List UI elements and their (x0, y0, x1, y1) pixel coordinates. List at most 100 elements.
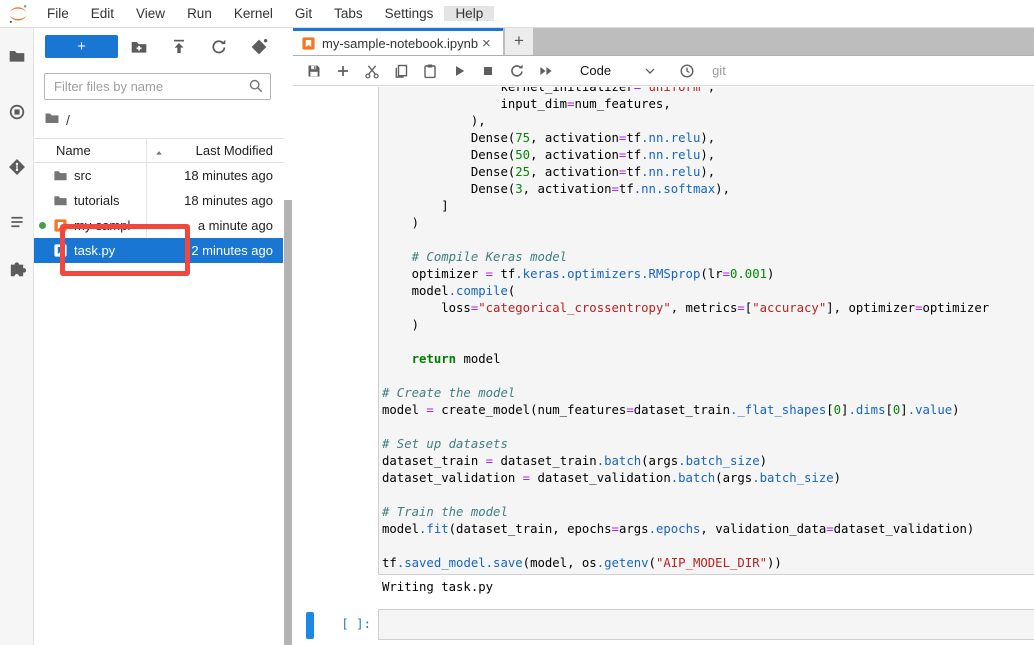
code-line: Dense(50, activation=tf.nn.relu), (382, 147, 989, 164)
code-line: ), (382, 113, 989, 130)
upload-button[interactable] (170, 38, 188, 56)
scrollbar-thumb[interactable] (284, 200, 292, 645)
insert-cell-button[interactable] (328, 56, 357, 86)
notebook-icon (301, 36, 316, 51)
main-area: my-sample-notebook.ipynb × + Code git ke… (293, 28, 1034, 645)
code-line: model.fit(dataset_train, epochs=args.epo… (382, 521, 989, 538)
file-modified: 18 minutes ago (184, 168, 273, 183)
code-line (382, 232, 989, 249)
menu-bar: FileEditViewRunKernelGitTabsSettingsHelp (0, 0, 1034, 28)
restart-button[interactable] (502, 56, 531, 86)
stop-button[interactable] (473, 56, 502, 86)
search-icon (248, 78, 264, 94)
file-modified: 2 minutes ago (191, 243, 273, 258)
tab-my-sample-notebook[interactable]: my-sample-notebook.ipynb × (293, 28, 503, 55)
filter-files-input[interactable] (44, 73, 271, 100)
file-name: task.py (74, 243, 191, 258)
file-name: src (74, 168, 184, 183)
file-name: my-sampl (74, 218, 198, 233)
close-tab-icon[interactable]: × (482, 36, 491, 51)
code-editor[interactable]: kernel_initializer="uniform", input_dim=… (382, 87, 989, 572)
menu-help[interactable]: Help (444, 6, 494, 21)
breadcrumb[interactable]: / (44, 110, 70, 129)
file-browser-icon[interactable] (8, 47, 26, 65)
file-list: src18 minutes agotutorials18 minutes ago… (34, 163, 283, 263)
code-line: # Train the model (382, 504, 989, 521)
git-status-button[interactable] (250, 38, 268, 56)
code-line: ] (382, 198, 989, 215)
code-line: input_dim=num_features, (382, 96, 989, 113)
code-line: ) (382, 215, 989, 232)
code-line: ) (382, 317, 989, 334)
panel-scrollbar[interactable] (283, 28, 293, 645)
chevron-down-icon[interactable] (643, 64, 657, 78)
empty-cell-prompt: [ ]: (331, 617, 371, 631)
code-line: kernel_initializer="uniform", (382, 87, 989, 96)
notebook-icon (53, 218, 68, 233)
copy-button[interactable] (386, 56, 415, 86)
menu-kernel[interactable]: Kernel (223, 6, 284, 21)
table-of-contents-icon[interactable] (8, 213, 26, 231)
file-row-my-sampl[interactable]: my-sampla minute ago (34, 213, 283, 238)
fast-forward-button[interactable] (531, 56, 560, 86)
file-modified: a minute ago (198, 218, 273, 233)
code-line: Dense(75, activation=tf.nn.relu), (382, 130, 989, 147)
code-line: Dense(25, activation=tf.nn.relu), (382, 164, 989, 181)
cut-button[interactable] (357, 56, 386, 86)
clock-icon[interactable] (679, 63, 695, 79)
git-icon[interactable] (8, 158, 26, 176)
code-line (382, 368, 989, 385)
paste-button[interactable] (415, 56, 444, 86)
code-line: # Compile Keras model (382, 249, 989, 266)
activity-bar (0, 28, 34, 645)
breadcrumb-root: / (66, 112, 70, 128)
file-row-src[interactable]: src18 minutes ago (34, 163, 283, 188)
refresh-button[interactable] (210, 38, 228, 56)
file-row-task.py[interactable]: task.py2 minutes ago (34, 238, 283, 263)
new-launcher-button[interactable]: + (45, 35, 118, 58)
menu-tabs[interactable]: Tabs (323, 6, 374, 21)
empty-cell-input[interactable] (378, 609, 1034, 640)
menu-items: FileEditViewRunKernelGitTabsSettingsHelp (36, 0, 494, 27)
home-folder-icon[interactable] (44, 110, 60, 129)
menu-git[interactable]: Git (284, 6, 323, 21)
code-line: optimizer = tf.keras.optimizers.RMSprop(… (382, 266, 989, 283)
file-name: tutorials (74, 193, 184, 208)
running-kernel-dot (39, 222, 46, 229)
column-modified-header[interactable]: Last Modified (165, 143, 273, 158)
code-line: # Set up datasets (382, 436, 989, 453)
file-list-header: Name Last Modified (34, 138, 283, 163)
menu-edit[interactable]: Edit (80, 6, 125, 21)
folder-icon (53, 193, 68, 208)
running-sessions-icon[interactable] (8, 103, 26, 121)
cell-collapser[interactable] (306, 612, 314, 639)
run-button[interactable] (444, 56, 473, 86)
save-button[interactable] (299, 56, 328, 86)
menu-file[interactable]: File (36, 6, 80, 21)
new-tab-button[interactable]: + (505, 28, 533, 55)
file-browser-panel: + / Name Last Modified src18 minutes ago… (34, 28, 283, 645)
menu-run[interactable]: Run (176, 6, 223, 21)
toolbar-buttons (299, 56, 560, 86)
extensions-icon[interactable] (8, 261, 26, 279)
filter-files-box (44, 73, 271, 100)
notebook-toolbar: Code git (293, 56, 1034, 86)
cell-type-dropdown[interactable]: Code (580, 63, 611, 78)
code-line: tf.saved_model.save(model, os.getenv("AI… (382, 555, 989, 572)
code-line: loss="categorical_crossentropy", metrics… (382, 300, 989, 317)
file-row-tutorials[interactable]: tutorials18 minutes ago (34, 188, 283, 213)
git-status-label: git (712, 63, 726, 78)
code-line (382, 334, 989, 351)
code-line: dataset_validation = dataset_validation.… (382, 470, 989, 487)
folder-icon (53, 168, 68, 183)
sort-ascending-icon[interactable] (153, 146, 165, 156)
new-folder-button[interactable] (130, 38, 148, 56)
menu-view[interactable]: View (125, 6, 176, 21)
notebook-content: kernel_initializer="uniform", input_dim=… (293, 87, 1034, 645)
menu-settings[interactable]: Settings (374, 6, 445, 21)
column-name-header[interactable]: Name (56, 143, 91, 158)
cell-output: Writing task.py (382, 580, 493, 594)
code-line: dataset_train = dataset_train.batch(args… (382, 453, 989, 470)
tab-title: my-sample-notebook.ipynb (322, 36, 480, 51)
file-modified: 18 minutes ago (184, 193, 273, 208)
